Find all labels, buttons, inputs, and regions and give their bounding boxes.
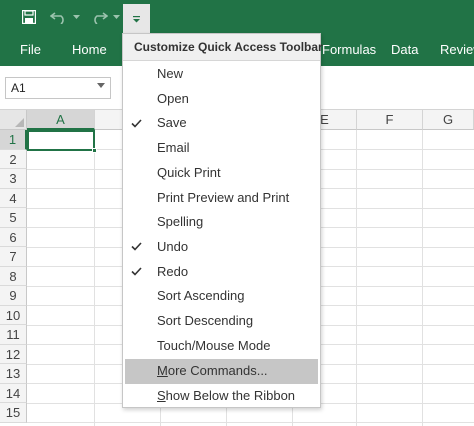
menu-item-label: Undo — [157, 238, 189, 254]
menu-item-label: Print Preview and Print — [157, 189, 290, 205]
grid-line — [356, 130, 357, 426]
row-header-6[interactable]: 6 — [0, 227, 27, 247]
undo-icon — [50, 12, 64, 24]
tab-review[interactable]: Review — [440, 34, 474, 66]
grid-line — [27, 422, 474, 423]
menu-item-label: Redo — [157, 263, 189, 279]
tab-file[interactable]: File — [20, 34, 41, 66]
menu-item-email[interactable]: Email — [123, 136, 320, 161]
row-header-11[interactable]: 11 — [0, 325, 27, 345]
select-all-triangle-icon — [15, 118, 24, 127]
undo-dropdown-button[interactable] — [70, 4, 82, 30]
menu-item-mnemonic: M — [157, 363, 168, 378]
menu-item-label: New — [157, 66, 184, 81]
save-icon — [22, 10, 36, 24]
undo-button[interactable] — [46, 4, 72, 30]
chevron-down-icon — [72, 15, 80, 19]
menu-item-print-preview[interactable]: Print Preview and Print — [123, 186, 320, 211]
row-header-7[interactable]: 7 — [0, 247, 27, 267]
menu-item-new[interactable]: New — [123, 62, 320, 87]
save-button[interactable] — [16, 4, 42, 30]
row-header-12[interactable]: 12 — [0, 344, 27, 364]
menu-item-label: ore Commands... — [167, 363, 268, 378]
menu-item-label: Open — [157, 90, 189, 106]
chevron-down-icon[interactable] — [97, 83, 105, 88]
menu-item-save[interactable]: Save — [123, 111, 320, 136]
redo-button[interactable] — [86, 4, 112, 30]
menu-item-undo[interactable]: Undo — [123, 235, 320, 260]
menu-item-spelling[interactable]: Spelling — [123, 210, 320, 235]
menu-item-label: Save — [157, 115, 187, 131]
selected-cell-a1[interactable] — [27, 130, 97, 153]
row-header-9[interactable]: 9 — [0, 286, 27, 306]
redo-dropdown-button[interactable] — [110, 4, 122, 30]
grid-line — [94, 130, 95, 426]
row-header-14[interactable]: 14 — [0, 383, 27, 403]
tab-formulas[interactable]: Formulas — [322, 34, 376, 66]
menu-item-label: Sort Ascending — [157, 288, 245, 304]
chevron-down-icon — [112, 15, 120, 19]
menu-item-label: Touch/Mouse Mode — [157, 337, 271, 353]
select-all-button[interactable] — [0, 110, 27, 130]
column-header-g[interactable]: G — [423, 110, 474, 130]
tab-data[interactable]: Data — [391, 34, 418, 66]
row-header-10[interactable]: 10 — [0, 305, 27, 325]
menu-item-label: Quick Print — [157, 164, 221, 180]
row-header-8[interactable]: 8 — [0, 266, 27, 286]
title-bar — [0, 0, 474, 34]
customize-qat-menu: Customize Quick Access Toolbar New Open … — [122, 33, 323, 409]
row-header-15[interactable]: 15 — [0, 403, 27, 423]
menu-item-label: Spelling — [157, 214, 204, 230]
menu-title: Customize Quick Access Toolbar — [123, 34, 323, 61]
menu-item-open[interactable]: Open — [123, 87, 320, 112]
row-header-5[interactable]: 5 — [0, 208, 27, 228]
menu-item-redo[interactable]: Redo — [123, 260, 320, 285]
row-header-3[interactable]: 3 — [0, 169, 27, 189]
checkmark-icon — [131, 235, 145, 259]
customize-qat-icon — [133, 16, 140, 23]
name-box-value: A1 — [11, 81, 26, 95]
row-header-13[interactable]: 13 — [0, 364, 27, 384]
name-box[interactable]: A1 — [5, 77, 111, 99]
menu-item-label: Email — [157, 140, 190, 156]
menu-item-mnemonic: S — [157, 388, 166, 403]
fill-handle[interactable] — [92, 148, 97, 153]
column-header-f[interactable]: F — [357, 110, 423, 130]
customize-qat-button[interactable] — [123, 4, 150, 34]
column-header-a[interactable]: A — [27, 110, 95, 130]
menu-item-touch-mouse-mode[interactable]: Touch/Mouse Mode — [123, 334, 320, 359]
menu-item-sort-descending[interactable]: Sort Descending — [123, 309, 320, 334]
grid-line — [422, 130, 423, 426]
menu-item-more-commands[interactable]: More Commands... — [125, 359, 318, 384]
menu-item-quick-print[interactable]: Quick Print — [123, 161, 320, 186]
menu-item-show-below-ribbon[interactable]: Show Below the Ribbon — [123, 384, 320, 409]
checkmark-icon — [131, 111, 145, 135]
checkmark-icon — [131, 260, 145, 284]
menu-item-label: how Below the Ribbon — [165, 388, 296, 403]
redo-icon — [94, 12, 108, 24]
row-header-1[interactable]: 1 — [0, 130, 27, 150]
row-header-2[interactable]: 2 — [0, 149, 27, 169]
menu-item-sort-ascending[interactable]: Sort Ascending — [123, 284, 320, 309]
menu-item-label: Sort Descending — [157, 313, 254, 328]
tab-home[interactable]: Home — [72, 34, 107, 66]
row-header-4[interactable]: 4 — [0, 188, 27, 208]
